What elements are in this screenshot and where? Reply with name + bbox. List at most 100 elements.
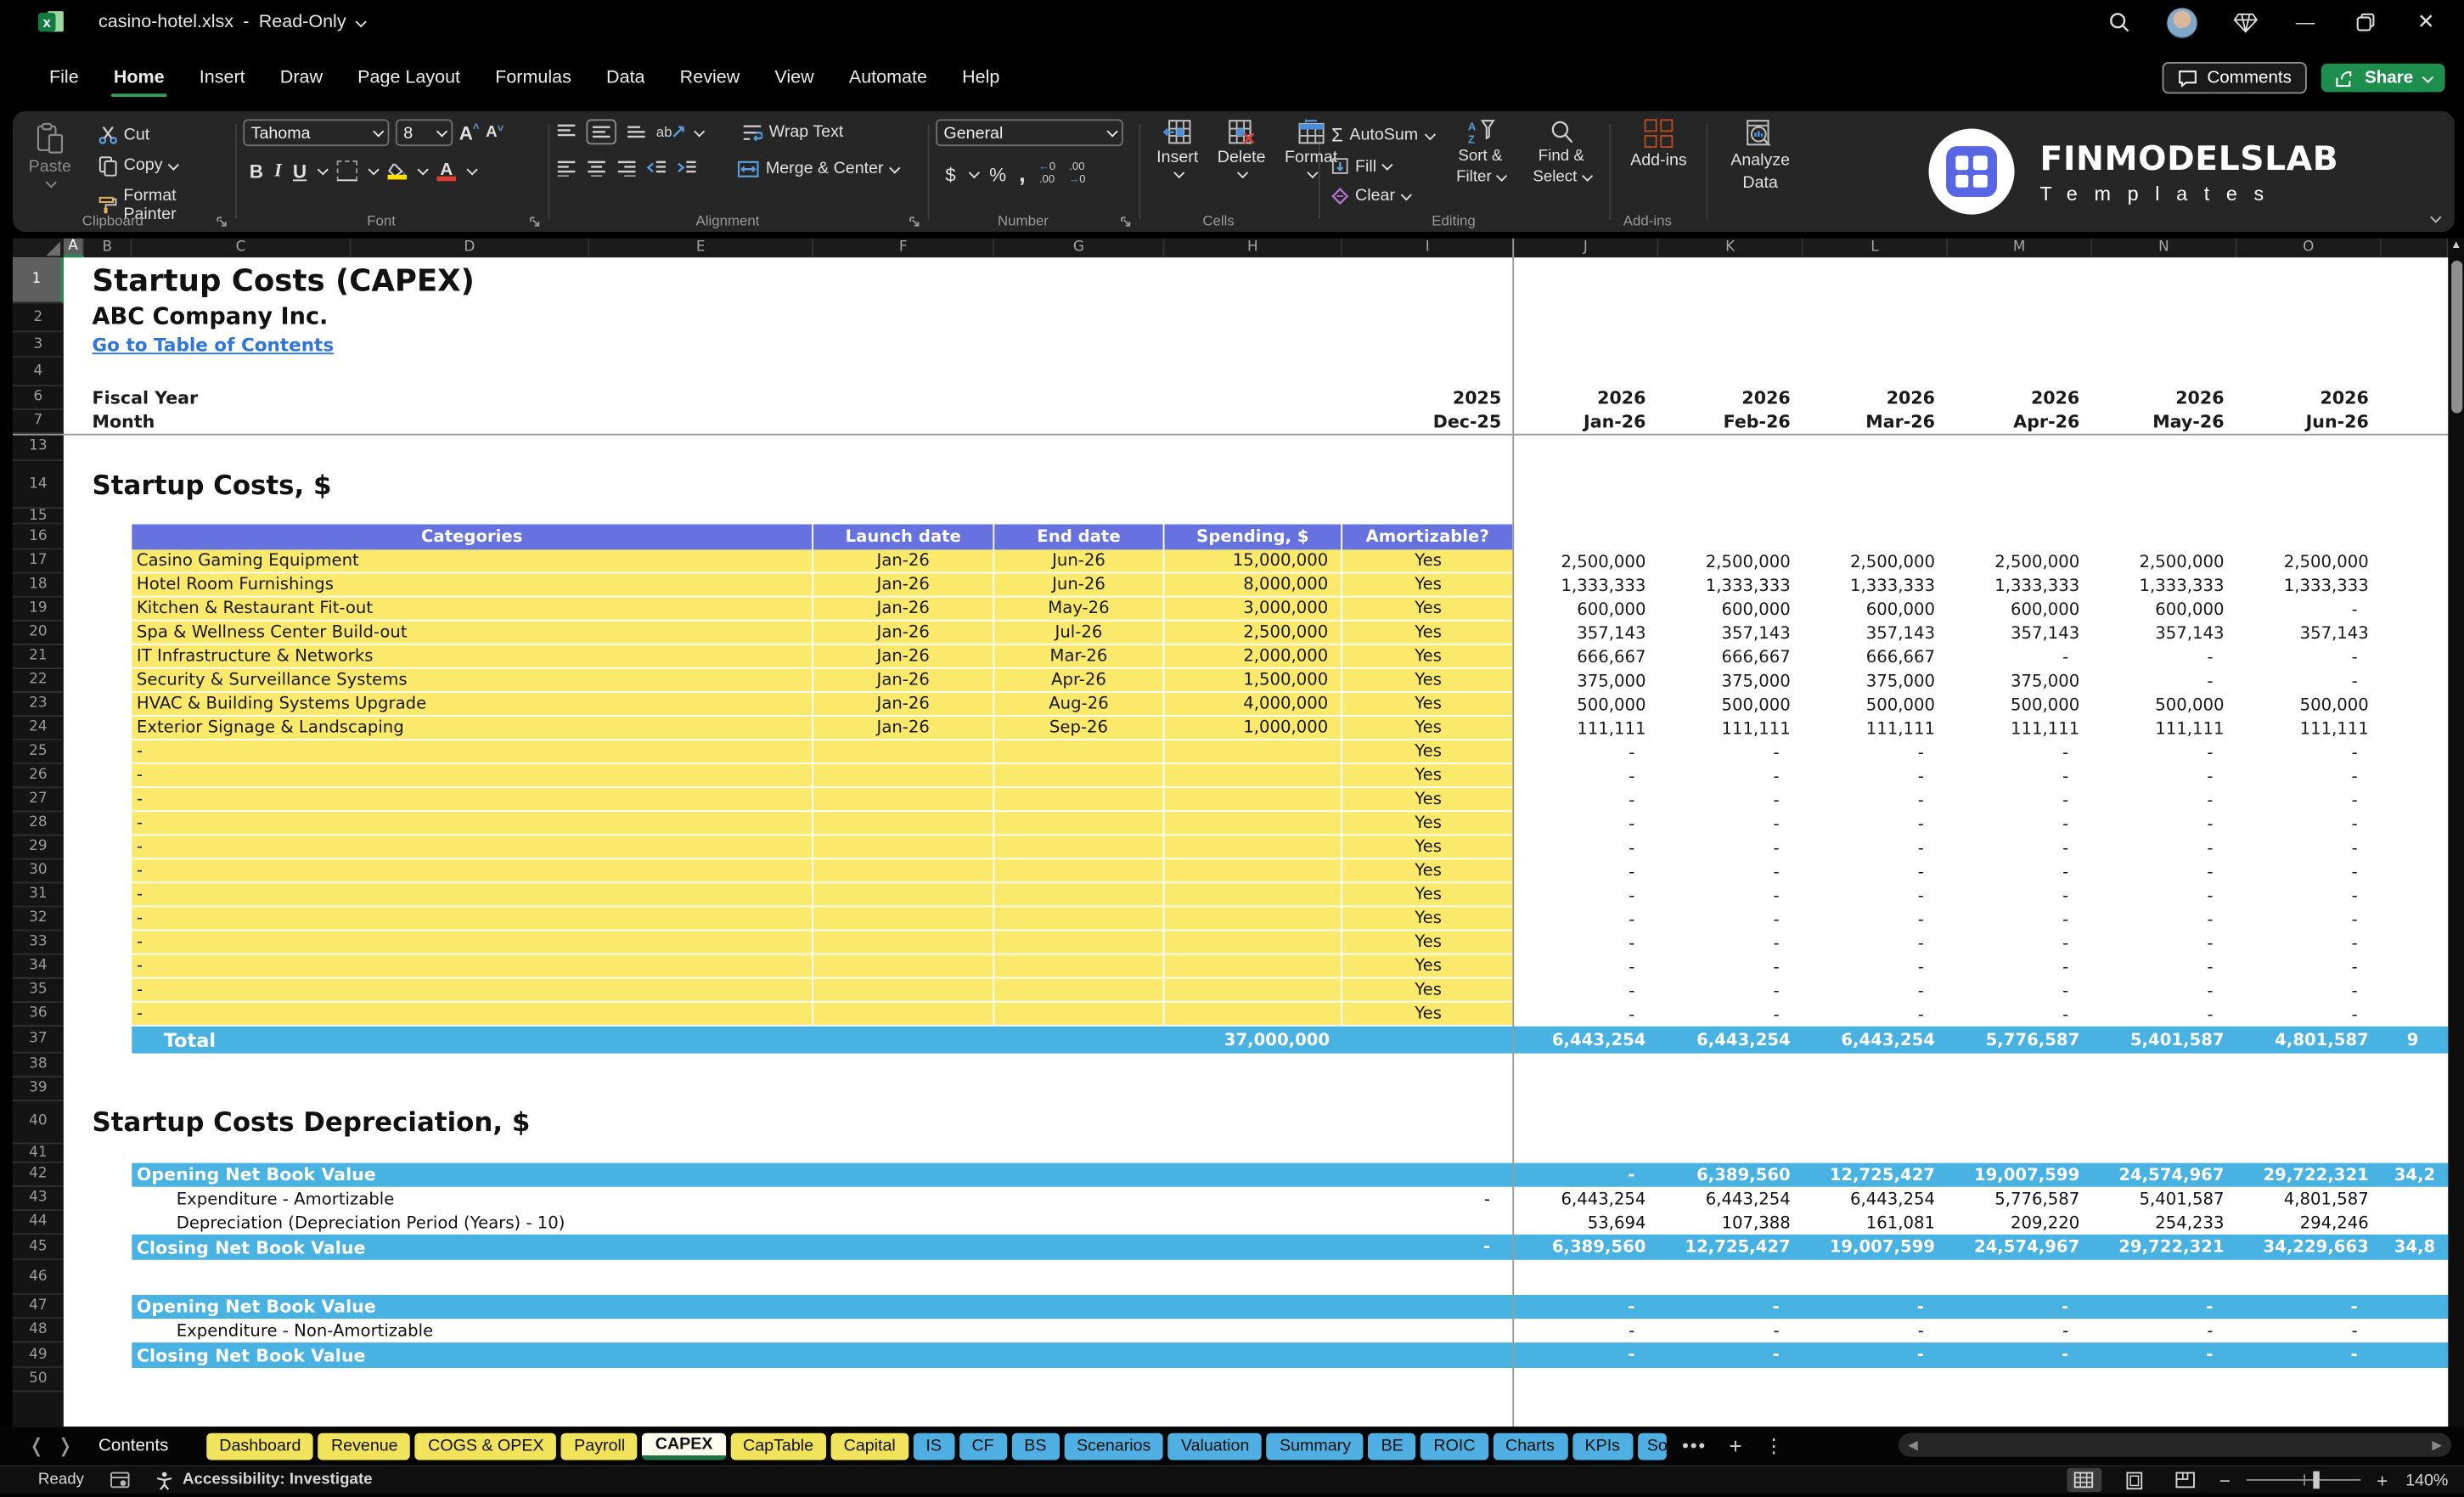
menu-tab-automate[interactable]: Automate	[831, 59, 944, 97]
align-bottom-button[interactable]	[626, 124, 646, 140]
cell-dec25-value[interactable]: -	[1342, 1187, 1514, 1211]
copy-button[interactable]: Copy	[93, 154, 228, 177]
row-header-46[interactable]: 46	[12, 1259, 64, 1295]
scroll-left-icon[interactable]: ◀	[1908, 1438, 1918, 1452]
cell-dep-month-value[interactable]: 209,220	[1948, 1211, 2092, 1235]
cell-month-value[interactable]: 111,111	[1514, 717, 1658, 740]
cell-month-value[interactable]: 600,000	[2092, 598, 2236, 622]
cell-dep-month-value[interactable]: 5,776,587	[1948, 1187, 2092, 1211]
cell-launch-date[interactable]	[813, 859, 995, 884]
cell-dep-month-value[interactable]: 4,801,587	[2237, 1187, 2382, 1211]
cell-month-value[interactable]: -	[2237, 812, 2382, 836]
cell-category[interactable]: Exterior Signage & Landscaping	[132, 716, 814, 740]
row-header-43[interactable]: 43	[12, 1186, 64, 1211]
cell-end-date[interactable]	[994, 859, 1165, 884]
cell-total-label[interactable]: Total	[132, 1027, 813, 1054]
cell-month-value[interactable]: 111,111	[1658, 717, 1803, 740]
cell-month-value[interactable]: -	[1948, 883, 2092, 907]
cell-month-value[interactable]: -	[2092, 859, 2236, 883]
table-header-spending[interactable]: Spending, $	[1164, 524, 1343, 550]
cell-month-value[interactable]: -	[2092, 645, 2236, 669]
normal-view-button[interactable]	[2067, 1467, 2102, 1492]
cell-spending[interactable]	[1164, 788, 1343, 813]
cell-category[interactable]: -	[132, 931, 814, 955]
cell-end-date[interactable]: Aug-26	[994, 692, 1165, 717]
menu-tab-data[interactable]: Data	[588, 59, 662, 97]
cell-month-value[interactable]: 666,667	[1514, 645, 1658, 669]
table-header-categories[interactable]: Categories	[132, 524, 814, 550]
cell-period-value[interactable]: Jun-26	[2237, 410, 2382, 434]
cell-amortizable[interactable]: Yes	[1342, 954, 1515, 979]
number-dialog-launcher[interactable]	[1120, 216, 1133, 228]
cell-month-value[interactable]: 2,500,000	[1948, 549, 2092, 573]
cell-amortizable[interactable]: Yes	[1342, 621, 1515, 645]
cell-launch-date[interactable]	[813, 931, 995, 955]
cell-month-value[interactable]: 357,143	[1948, 622, 2092, 645]
underline-chevron-icon[interactable]	[317, 164, 329, 176]
cell-month-value[interactable]: 600,000	[1948, 598, 2092, 622]
cell-month-value[interactable]: -	[1514, 1003, 1658, 1027]
cell-spending[interactable]	[1164, 931, 1343, 955]
merge-center-button[interactable]: Merge & Center	[733, 157, 903, 179]
row-header-44[interactable]: 44	[12, 1210, 64, 1235]
cell-month-value[interactable]: 111,111	[2092, 717, 2236, 740]
sheet-tab-revenue[interactable]: Revenue	[318, 1432, 411, 1460]
cell-total-clipped[interactable]: 9	[2382, 1027, 2449, 1054]
wrap-text-button[interactable]: Wrap Text	[737, 121, 848, 143]
cell-end-date[interactable]	[994, 836, 1165, 860]
row-header-45[interactable]: 45	[12, 1234, 64, 1260]
cell-fiscal-year-label[interactable]: Fiscal Year	[84, 386, 1342, 410]
font-color-button[interactable]: A	[436, 160, 457, 182]
cell-dep-month-value[interactable]: -	[2237, 1342, 2382, 1368]
cell-end-date[interactable]: Jul-26	[994, 621, 1165, 645]
cell-month-value[interactable]: -	[2237, 764, 2382, 788]
cell-nbv-label[interactable]: Closing Net Book Value	[132, 1342, 1342, 1368]
italic-button[interactable]: I	[274, 159, 282, 183]
cell-month-value[interactable]: -	[2237, 740, 2382, 764]
menu-tab-review[interactable]: Review	[662, 59, 757, 97]
cell-launch-date[interactable]	[813, 740, 995, 764]
bold-button[interactable]: B	[250, 160, 263, 182]
underline-button[interactable]: U	[293, 160, 307, 182]
cell-month-value[interactable]: -	[1514, 931, 1658, 954]
cell-month-value[interactable]: 375,000	[1514, 669, 1658, 693]
more-sheets-button[interactable]: •••	[1682, 1435, 1707, 1457]
cell-month-value[interactable]: -	[1948, 979, 2092, 1003]
cell-amortizable[interactable]: Yes	[1342, 931, 1515, 955]
align-top-button[interactable]	[556, 124, 577, 140]
cell-dep-label[interactable]: Expenditure - Non-Amortizable	[132, 1319, 1342, 1342]
addins-button[interactable]: Add-ins	[1617, 119, 1700, 170]
row-header-17[interactable]: 17	[12, 549, 64, 574]
cell-spending[interactable]: 8,000,000	[1164, 573, 1343, 598]
cell-month-value[interactable]: -	[1514, 979, 1658, 1003]
cell-month-value[interactable]: -	[1658, 836, 1803, 859]
cell-dep-month-value[interactable]: -	[2237, 1295, 2382, 1319]
cell-month-value[interactable]: -	[2092, 740, 2236, 764]
cell-category[interactable]: -	[132, 788, 814, 813]
zoom-slider-thumb[interactable]	[2312, 1471, 2321, 1489]
cell-month-label[interactable]: Month	[84, 410, 1342, 434]
cell-dep-month-value[interactable]: -	[1514, 1295, 1658, 1319]
column-header-M[interactable]: M	[1947, 238, 2093, 258]
cell-month-value[interactable]: -	[1948, 907, 2092, 931]
page-break-view-button[interactable]	[2169, 1468, 2203, 1492]
cell-month-value[interactable]: 1,333,333	[2237, 573, 2382, 597]
cell-dep-month-value[interactable]: -	[1948, 1342, 2092, 1368]
fill-color-chevron-icon[interactable]	[417, 164, 429, 176]
cell-month-value[interactable]: 500,000	[1514, 693, 1658, 717]
cell-dep-month-value[interactable]: -	[1514, 1319, 1658, 1342]
cell-spending[interactable]	[1164, 812, 1343, 836]
cell-category[interactable]: Hotel Room Furnishings	[132, 573, 814, 598]
column-header-partial[interactable]	[2381, 238, 2449, 258]
cell-end-date[interactable]: Apr-26	[994, 668, 1165, 693]
cell-end-date[interactable]	[994, 954, 1165, 979]
cell-dep-month-value[interactable]: 107,388	[1658, 1211, 1803, 1235]
cell-section-title[interactable]: Startup Costs, $	[84, 461, 1342, 509]
cell-category[interactable]: -	[132, 763, 814, 789]
cell-period-value[interactable]: 2026	[1658, 386, 1803, 410]
row-header-24[interactable]: 24	[12, 716, 64, 740]
cell-month-value[interactable]: 500,000	[2237, 693, 2382, 717]
zoom-level[interactable]: 140%	[2404, 1471, 2448, 1489]
sheet-menu-button[interactable]: ⋮	[1764, 1435, 1783, 1457]
cell-total-month[interactable]: 5,776,587	[1948, 1027, 2092, 1054]
